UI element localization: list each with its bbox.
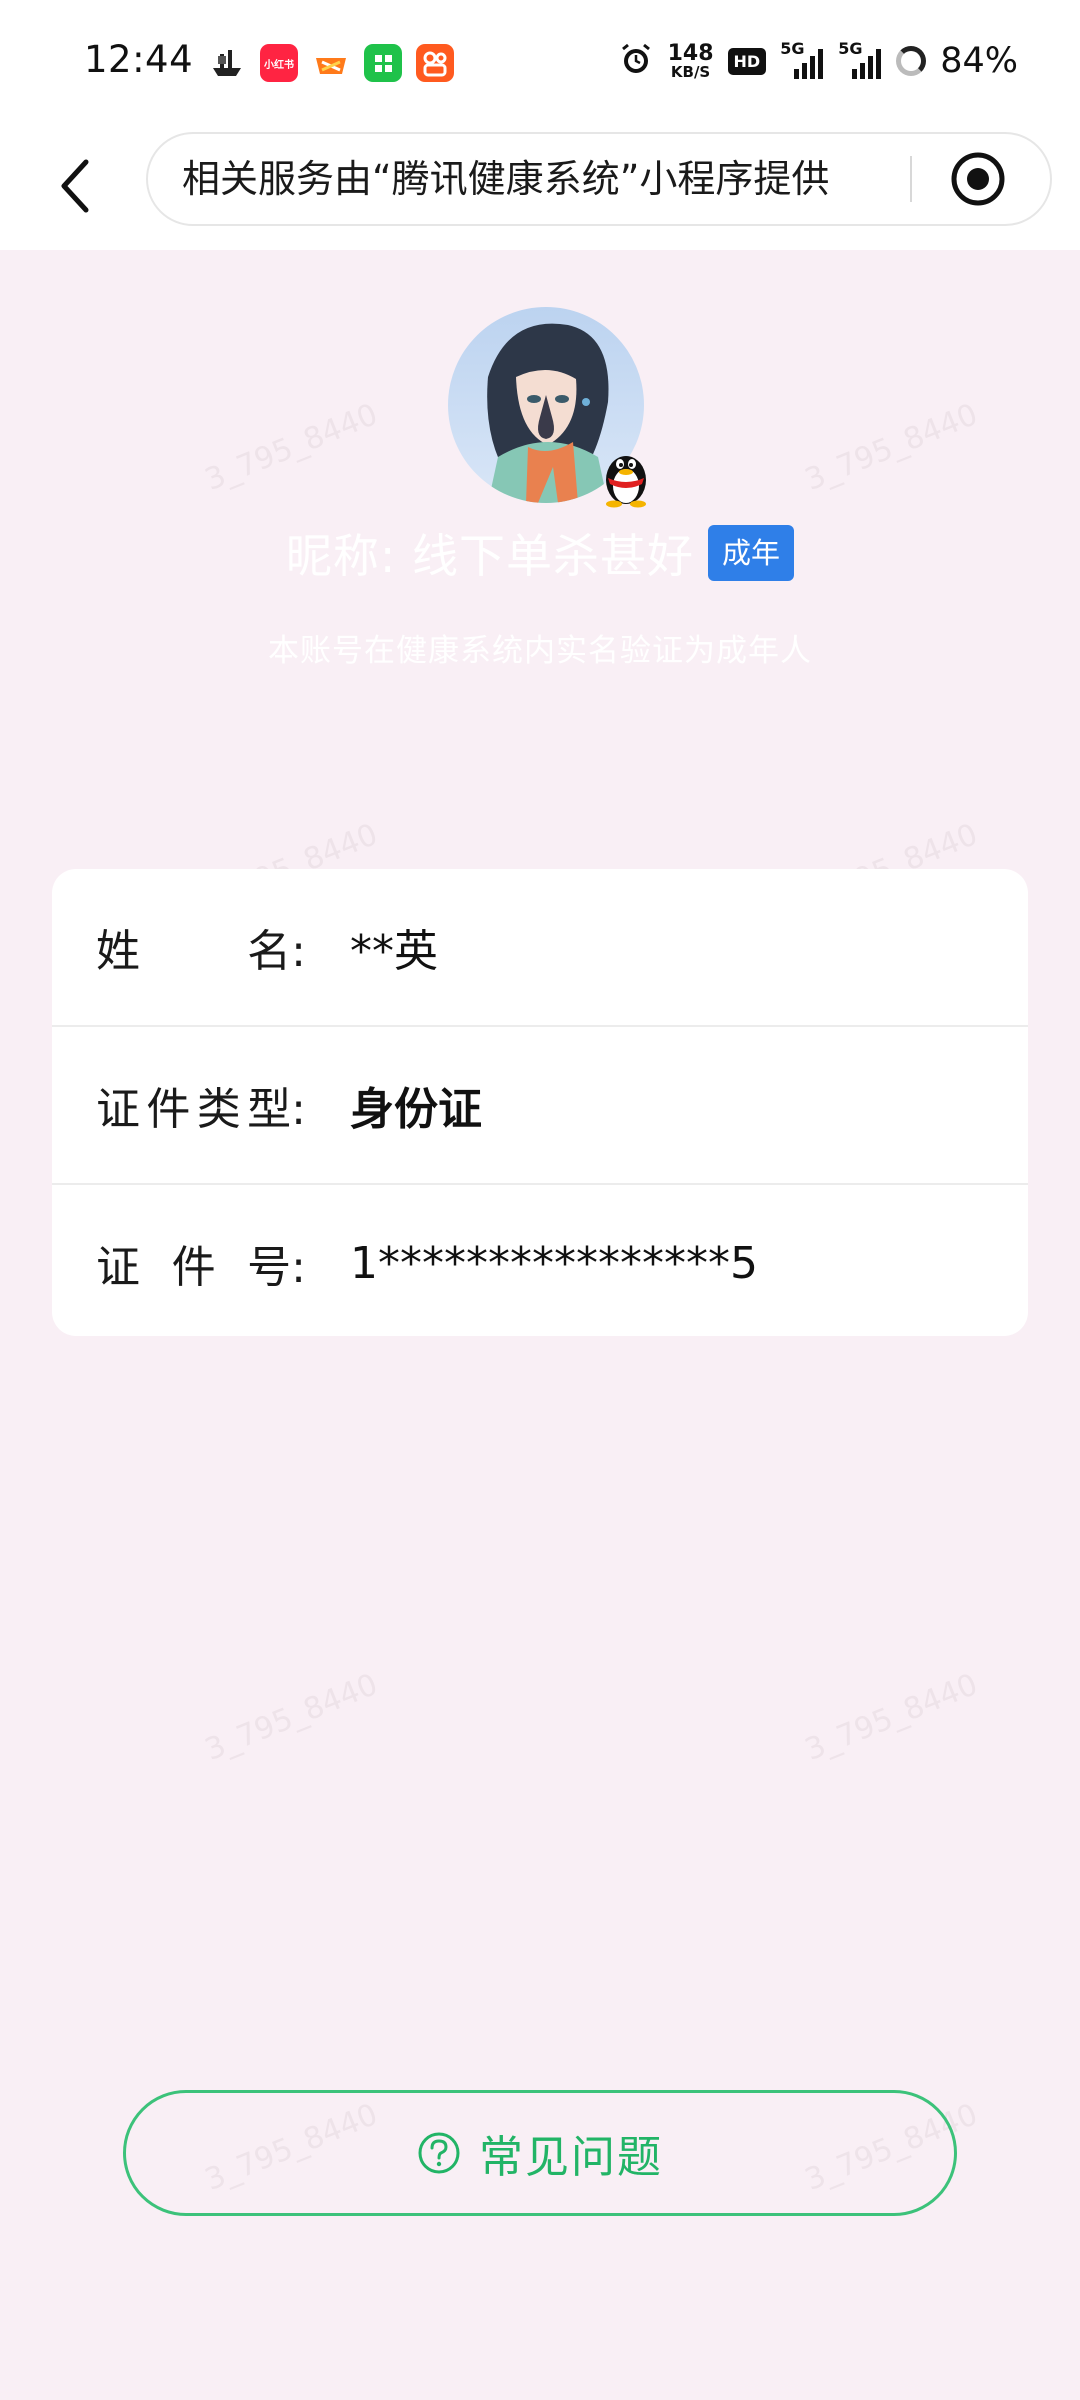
qq-penguin-icon xyxy=(598,442,654,508)
faq-button[interactable]: 常见问题 xyxy=(123,2090,957,2216)
label-char: 名: xyxy=(247,926,306,977)
id-type-label: 证 件 类 型: xyxy=(96,1073,306,1137)
clock-time: 12:44 xyxy=(84,38,194,81)
signal-1-icon: 5G xyxy=(780,39,824,79)
identity-info-card: 姓 名: **英 证 件 类 型: 身份证 证 件 号: 1**********… xyxy=(52,869,1028,1336)
nickname: 昵称: 线下单杀甚好 xyxy=(285,529,695,583)
id-number-label: 证 件 号: xyxy=(96,1231,306,1295)
status-bar: 12:44 小红书 148 KB/S HD 5G 5G 84% xyxy=(0,0,1080,124)
watermark: 3_795_8440 xyxy=(200,397,383,498)
watermark: 3_795_8440 xyxy=(200,1667,383,1768)
id-number-value: 1****************5 xyxy=(350,1237,758,1289)
hd-voice-icon: HD xyxy=(727,47,767,75)
watermark: 3_795_8440 xyxy=(800,1667,983,1768)
service-provider-bar[interactable]: 相关服务由“腾讯健康系统”小程序提供 xyxy=(146,132,1052,226)
target-icon xyxy=(951,152,1005,206)
signal-1-label: 5G xyxy=(780,39,805,58)
label-char: 证 xyxy=(96,1242,140,1293)
info-row-name: 姓 名: **英 xyxy=(52,869,1028,1027)
target-button[interactable] xyxy=(948,149,1008,209)
notification-app-icons: 小红书 xyxy=(208,40,454,86)
label-char: 件 xyxy=(146,1084,191,1135)
user-avatar xyxy=(448,307,646,508)
divider xyxy=(910,156,912,202)
question-circle-icon xyxy=(418,2132,460,2174)
network-speed-unit: KB/S xyxy=(670,62,711,81)
label-char: 件 xyxy=(171,1242,216,1293)
info-row-id-type: 证 件 类 型: 身份证 xyxy=(52,1027,1028,1185)
green-app-icon xyxy=(364,44,402,82)
label-char: 类 xyxy=(196,1084,241,1135)
adult-badge: 成年 xyxy=(708,525,795,581)
service-provider-text: 相关服务由“腾讯健康系统”小程序提供 xyxy=(182,157,830,201)
ship-app-icon xyxy=(208,44,246,82)
name-value: **英 xyxy=(350,926,438,977)
chevron-left-icon xyxy=(61,159,89,213)
alarm-icon xyxy=(618,41,654,81)
name-label: 姓 名: xyxy=(96,915,306,979)
battery-icon xyxy=(896,46,927,76)
kuaishou-app-icon xyxy=(416,44,454,82)
id-type-value: 身份证 xyxy=(350,1084,482,1135)
signal-2-label: 5G xyxy=(838,39,863,58)
label-char: 姓 xyxy=(96,926,140,977)
faq-label: 常见问题 xyxy=(479,2132,663,2183)
main-content: 3_795_8440 3_795_8440 3_795_8440 3_795_8… xyxy=(0,250,1080,2400)
xiaohongshu-app-icon: 小红书 xyxy=(260,44,298,82)
label-char: 型: xyxy=(247,1084,306,1135)
nickname-row: 昵称: 线下单杀甚好 成年 xyxy=(0,520,1080,586)
status-indicators: 148 KB/S HD 5G 5G 84% xyxy=(618,36,1018,86)
battery-percentage: 84% xyxy=(940,41,1018,81)
verification-note: 本账号在健康系统内实名验证为成年人 xyxy=(268,633,812,669)
back-button[interactable] xyxy=(36,148,112,224)
network-speed: 148 KB/S xyxy=(667,40,714,81)
network-speed-value: 148 xyxy=(667,40,714,66)
info-row-id-number: 证 件 号: 1****************5 xyxy=(52,1185,1028,1336)
watermark: 3_795_8440 xyxy=(800,397,983,498)
signal-2-icon: 5G xyxy=(838,39,882,79)
game-app-icon xyxy=(312,44,350,82)
label-char: 号: xyxy=(247,1242,306,1293)
label-char: 证 xyxy=(96,1084,140,1135)
top-nav-bar: 相关服务由“腾讯健康系统”小程序提供 xyxy=(0,124,1080,250)
xiaohongshu-app-label: 小红书 xyxy=(264,59,294,71)
